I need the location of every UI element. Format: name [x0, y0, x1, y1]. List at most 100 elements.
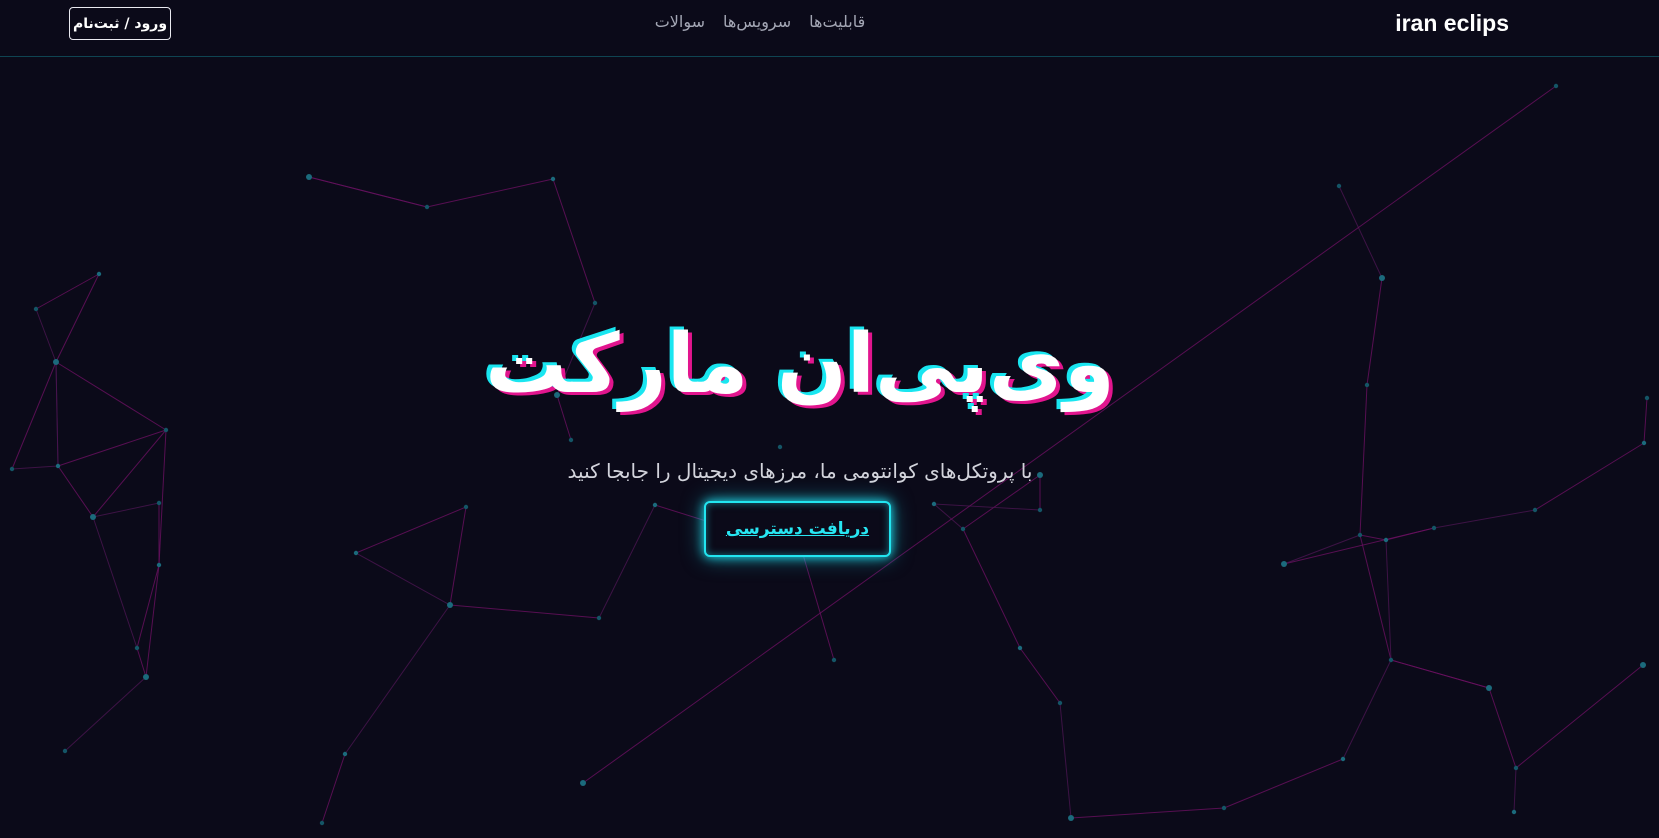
network-node: [1644, 395, 1650, 401]
network-node: [1364, 382, 1370, 388]
nav-link-services[interactable]: سرویس‌ها: [723, 10, 791, 34]
network-line: [1515, 664, 1644, 769]
network-line: [1338, 185, 1383, 279]
get-access-button[interactable]: دریافت دسترسی: [704, 501, 891, 557]
network-node: [1068, 815, 1074, 821]
network-line: [1513, 767, 1517, 813]
network-line: [933, 503, 964, 530]
network-node: [1281, 561, 1287, 567]
network-node: [1383, 537, 1389, 543]
network-line: [145, 564, 160, 678]
network-node: [592, 300, 598, 306]
network-node: [1379, 275, 1385, 281]
network-line: [57, 429, 167, 467]
network-node: [156, 500, 162, 506]
network-line: [1390, 659, 1490, 689]
network-node: [1532, 507, 1538, 513]
network-line: [1059, 702, 1072, 819]
hero-title: وی‌پی‌ان مارکت: [485, 317, 1115, 412]
network-line: [1359, 384, 1368, 536]
network-line: [449, 506, 467, 606]
network-line: [1433, 509, 1536, 529]
network-node: [1037, 507, 1043, 513]
network-node: [55, 463, 61, 469]
network-line: [355, 552, 451, 606]
network-line: [55, 361, 167, 431]
network-line: [308, 176, 428, 208]
page: ورود / ثبت‌نام قابلیت‌ها سرویس‌ها سوالات…: [0, 0, 1659, 838]
network-line: [449, 604, 600, 619]
network-line: [598, 504, 656, 619]
network-node: [353, 550, 359, 556]
network-line: [57, 465, 94, 518]
network-node: [652, 502, 658, 508]
network-line: [1359, 534, 1387, 541]
network-node: [306, 174, 312, 180]
network-node: [596, 615, 602, 621]
network-line: [1223, 758, 1344, 809]
network-node: [1640, 662, 1646, 668]
network-node: [319, 820, 325, 826]
nav-link-faq[interactable]: سوالات: [655, 10, 705, 34]
network-line: [552, 178, 596, 304]
network-line: [1342, 659, 1392, 760]
network-line: [11, 465, 59, 470]
network-line: [582, 85, 1557, 784]
network-node: [1017, 645, 1023, 651]
network-line: [355, 506, 467, 554]
network-line: [1488, 687, 1517, 769]
network-line: [962, 528, 1021, 649]
network-node: [580, 780, 586, 786]
network-line: [1283, 534, 1361, 565]
network-node: [1486, 685, 1492, 691]
network-node: [1553, 83, 1559, 89]
network-line: [1534, 442, 1645, 511]
network-node: [960, 526, 966, 532]
network-line: [55, 273, 100, 363]
network-node: [90, 514, 96, 520]
brand-logo[interactable]: iran eclips: [1395, 8, 1509, 38]
network-node: [96, 271, 102, 277]
network-line: [426, 178, 554, 208]
network-node: [1340, 756, 1346, 762]
network-line: [35, 308, 57, 363]
network-node: [156, 562, 162, 568]
network-node: [550, 176, 556, 182]
network-node: [447, 602, 453, 608]
network-node: [1511, 809, 1517, 815]
network-node: [33, 306, 39, 312]
network-line: [933, 503, 1041, 511]
network-node: [1221, 805, 1227, 811]
network-node: [143, 674, 149, 680]
network-line: [801, 550, 835, 661]
network-line: [344, 604, 451, 755]
navbar: ورود / ثبت‌نام قابلیت‌ها سرویس‌ها سوالات…: [0, 0, 1659, 57]
network-line: [1070, 807, 1225, 819]
network-node: [424, 204, 430, 210]
network-node: [342, 751, 348, 757]
network-node: [831, 657, 837, 663]
network-node: [1388, 657, 1394, 663]
network-line: [1019, 647, 1061, 704]
network-node: [1513, 765, 1519, 771]
network-node: [777, 444, 783, 450]
network-line: [1643, 397, 1648, 444]
network-node: [1431, 525, 1437, 531]
network-node: [1336, 183, 1342, 189]
network-line: [158, 429, 167, 566]
login-register-button[interactable]: ورود / ثبت‌نام: [69, 7, 171, 40]
nav-links: قابلیت‌ها سرویس‌ها سوالات: [640, 10, 880, 34]
network-node: [1057, 700, 1063, 706]
network-node: [53, 359, 59, 365]
network-line: [35, 273, 100, 310]
network-line: [1366, 277, 1383, 386]
network-node: [568, 437, 574, 443]
network-node: [1641, 440, 1647, 446]
network-line: [321, 753, 346, 824]
network-line: [136, 564, 160, 649]
network-node: [931, 501, 937, 507]
network-node: [463, 504, 469, 510]
network-node: [134, 645, 140, 651]
nav-link-features[interactable]: قابلیت‌ها: [809, 10, 865, 34]
network-node: [163, 427, 169, 433]
